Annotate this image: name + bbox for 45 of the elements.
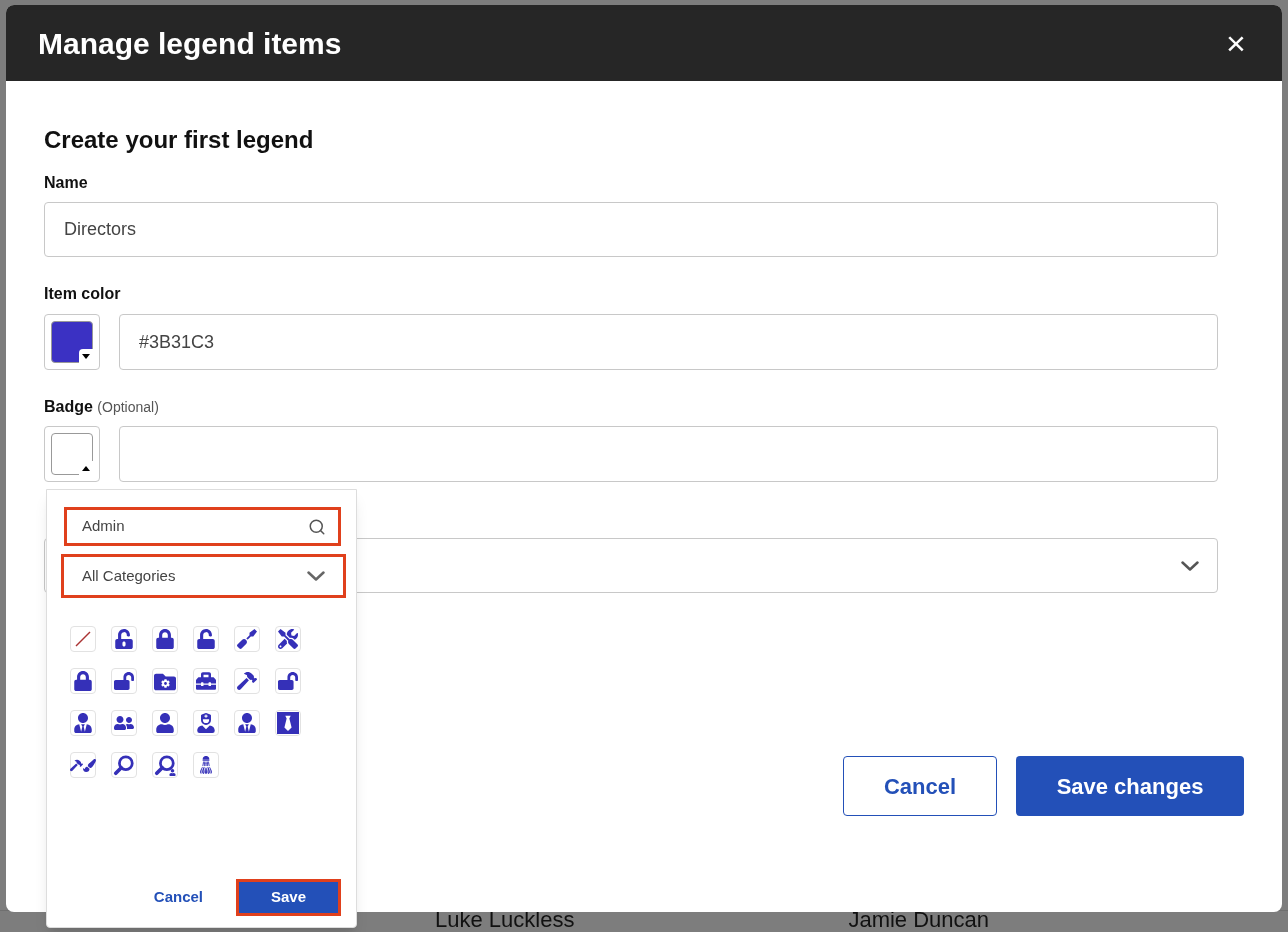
person-icon[interactable] bbox=[152, 710, 178, 736]
color-hex-input-field[interactable]: #3B31C3 bbox=[119, 314, 1218, 370]
shuttlecock-icon[interactable] bbox=[193, 752, 219, 778]
name-input-field[interactable]: Directors bbox=[44, 202, 1218, 257]
save-changes-button[interactable]: Save changes bbox=[1016, 756, 1244, 816]
save-button[interactable]: Save bbox=[236, 879, 341, 916]
chevron-down-icon bbox=[307, 571, 325, 581]
slash-icon[interactable] bbox=[70, 626, 96, 652]
chevron-down-icon bbox=[1181, 560, 1199, 571]
search-field[interactable]: Admin bbox=[64, 507, 341, 546]
cancel-link[interactable]: Cancel bbox=[153, 886, 203, 909]
person-tie-icon[interactable] bbox=[234, 710, 260, 736]
dialog-title: Manage legend items bbox=[38, 25, 342, 62]
category-value: All Categories bbox=[82, 565, 176, 586]
background-name: Jamie Duncan bbox=[848, 909, 990, 932]
toolbox-icon[interactable] bbox=[193, 668, 219, 694]
background-name: Luke Luckless bbox=[435, 909, 575, 932]
search-value: Admin bbox=[82, 516, 125, 537]
color-swatch-button[interactable] bbox=[44, 426, 100, 482]
people-icon[interactable] bbox=[111, 710, 137, 736]
padlock-icon[interactable] bbox=[70, 668, 96, 694]
necktie-icon[interactable] bbox=[275, 710, 301, 736]
field-label: Badge (Optional) bbox=[44, 397, 160, 417]
close-button[interactable]: × bbox=[1222, 29, 1250, 57]
field-label: Item color bbox=[44, 284, 122, 304]
magnifier-person-icon[interactable] bbox=[152, 752, 178, 778]
screwdriver-icon[interactable] bbox=[234, 626, 260, 652]
search-icon bbox=[308, 517, 326, 536]
padlock-icon[interactable] bbox=[152, 626, 178, 652]
hammer-brush-icon[interactable] bbox=[70, 752, 96, 778]
tools-icon[interactable] bbox=[275, 626, 301, 652]
category-dropdown[interactable]: All Categories bbox=[61, 554, 346, 598]
magnifier-icon[interactable] bbox=[111, 752, 137, 778]
hammer-icon[interactable] bbox=[234, 668, 260, 694]
folder-gear-icon[interactable] bbox=[152, 668, 178, 694]
cancel-button[interactable]: Cancel bbox=[843, 756, 997, 816]
unlocked-padlock-icon[interactable] bbox=[275, 668, 301, 694]
person-tie-icon[interactable] bbox=[70, 710, 96, 736]
section-heading: Create your first legend bbox=[44, 125, 315, 155]
badge-input-field[interactable] bbox=[119, 426, 1218, 482]
unlocked-padlock-icon[interactable] bbox=[193, 626, 219, 652]
color-swatch-button[interactable] bbox=[44, 314, 100, 370]
field-label: Name bbox=[44, 173, 89, 193]
unlocked-padlock-icon[interactable] bbox=[111, 668, 137, 694]
unlocked-padlock-icon[interactable] bbox=[111, 626, 137, 652]
